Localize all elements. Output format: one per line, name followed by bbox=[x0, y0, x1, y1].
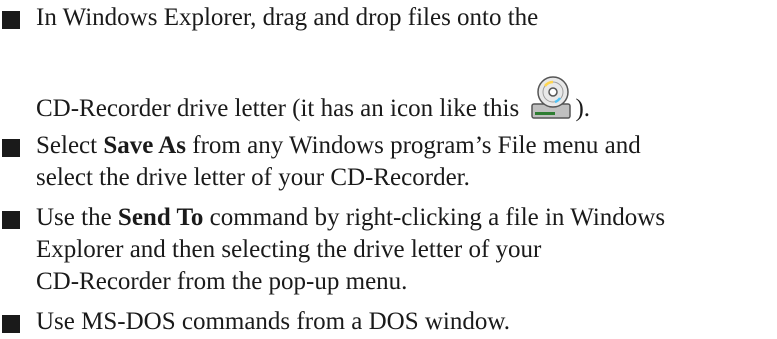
bold-term: Save As bbox=[103, 132, 186, 159]
list-item-text: Select Save As from any Windows program’… bbox=[36, 130, 770, 194]
square-bullet bbox=[2, 211, 20, 229]
square-bullet bbox=[2, 139, 20, 157]
text-span: from any Windows program’s File menu and bbox=[186, 132, 641, 159]
text-line: In Windows Explorer, drag and drop files… bbox=[36, 4, 539, 31]
list-item: Use MS-DOS commands from a DOS window. bbox=[0, 306, 770, 338]
list-item: In Windows Explorer, drag and drop files… bbox=[0, 2, 770, 122]
text-line: Select Save As from any Windows program’… bbox=[36, 130, 770, 162]
square-bullet bbox=[2, 11, 20, 29]
text-line: CD-Recorder drive letter (it has an icon… bbox=[36, 74, 590, 126]
text-line: select the drive letter of your CD-Recor… bbox=[36, 164, 470, 191]
text-span: ). bbox=[575, 95, 591, 122]
text-line: CD-Recorder from the pop-up menu. bbox=[36, 268, 408, 295]
cd-recorder-drive-icon bbox=[529, 74, 573, 126]
text-span: Use the bbox=[36, 204, 118, 231]
text-span: CD-Recorder drive letter (it has an icon… bbox=[36, 95, 526, 122]
document: In Windows Explorer, drag and drop files… bbox=[0, 0, 777, 339]
list-item-text: Use the Send To command by right-clickin… bbox=[36, 202, 770, 298]
bold-term: Send To bbox=[117, 204, 204, 231]
list-item: Use the Send To command by right-clickin… bbox=[0, 202, 770, 298]
text-span: command by right-clicking a file in Wind… bbox=[203, 204, 666, 231]
list-item-text: Use MS-DOS commands from a DOS window. bbox=[36, 306, 770, 338]
list-item: Select Save As from any Windows program’… bbox=[0, 130, 770, 194]
text-line: Explorer and then selecting the drive le… bbox=[36, 236, 542, 263]
text-line: Use the Send To command by right-clickin… bbox=[36, 202, 770, 234]
text-span: Select bbox=[36, 132, 104, 159]
square-bullet bbox=[2, 315, 20, 333]
text-line: Use MS-DOS commands from a DOS window. bbox=[36, 308, 511, 335]
